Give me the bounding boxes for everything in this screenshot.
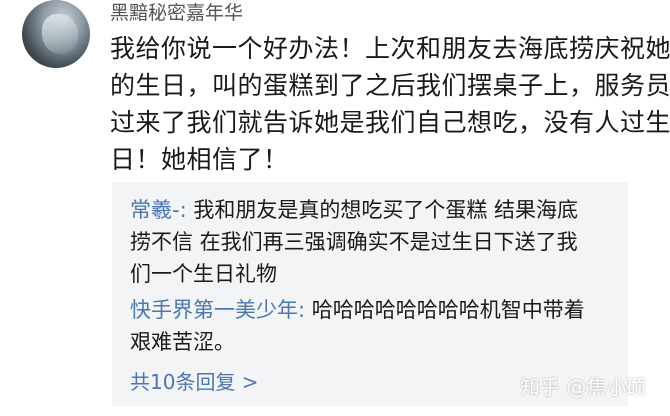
zhihu-watermark: 知乎 @焦小硕	[520, 375, 647, 399]
comment-screenshot: 黑黯秘密嘉年华 我给你说一个好办法！上次和朋友去海底捞庆祝她 的生日，叫的蛋糕到…	[0, 0, 670, 416]
comment-line: 过来了我们就告诉她是我们自己想吃，没有人过生	[110, 108, 670, 137]
reply-text: 哈哈哈哈哈哈哈哈机智中带着	[311, 298, 585, 322]
comment-username[interactable]: 黑黯秘密嘉年华	[110, 0, 243, 26]
reply-text: 们一个生日礼物	[130, 262, 277, 286]
reply-text: 我和朋友是真的想吃买了个蛋糕 结果海底	[193, 198, 579, 222]
reply-author[interactable]: 常羲-:	[130, 198, 193, 222]
comment-line: 的生日，叫的蛋糕到了之后我们摆桌子上，服务员	[110, 71, 670, 100]
reply-text: 捞不信 在我们再三强调确实不是过生日下送了我	[130, 230, 578, 254]
comment-line: 日！她相信了！	[110, 145, 289, 174]
view-more-replies-link[interactable]: 共10条回复 >	[130, 368, 259, 396]
reply-first-line: 快手界第一美少年: 哈哈哈哈哈哈哈哈机智中带着	[130, 294, 620, 326]
reply-first-line: 常羲-: 我和朋友是真的想吃买了个蛋糕 结果海底	[130, 194, 620, 226]
reply-item[interactable]: 快手界第一美少年: 哈哈哈哈哈哈哈哈机智中带着 艰难苦涩。	[130, 294, 620, 358]
reply-text: 艰难苦涩。	[130, 330, 235, 354]
comment-content: 我给你说一个好办法！上次和朋友去海底捞庆祝她 的生日，叫的蛋糕到了之后我们摆桌子…	[110, 30, 670, 178]
user-avatar[interactable]	[22, 0, 90, 68]
reply-item[interactable]: 常羲-: 我和朋友是真的想吃买了个蛋糕 结果海底 捞不信 在我们再三强调确实不是…	[130, 194, 620, 290]
comment-line: 我给你说一个好办法！上次和朋友去海底捞庆祝她	[110, 34, 670, 63]
reply-author[interactable]: 快手界第一美少年:	[130, 298, 312, 322]
